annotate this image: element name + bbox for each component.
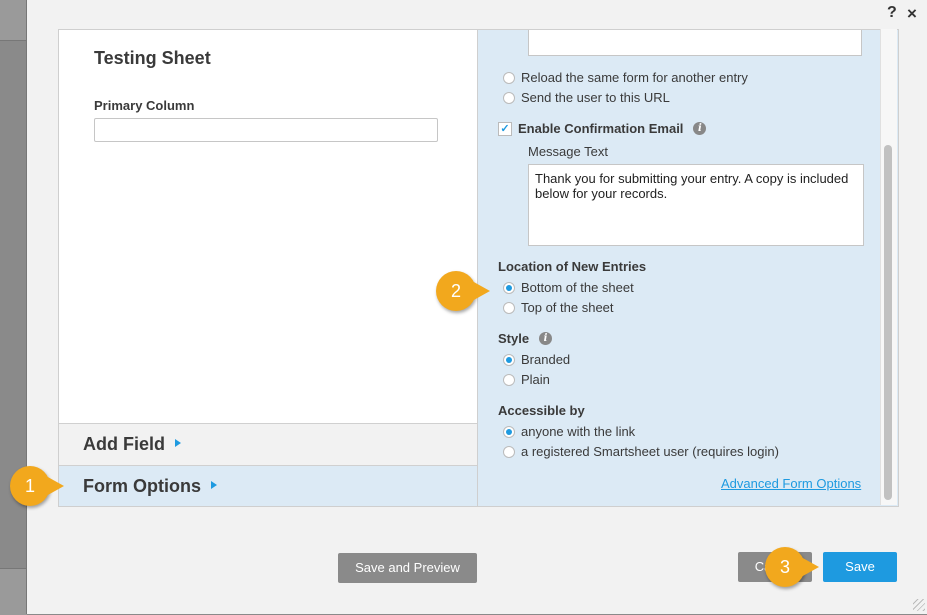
radio-selected-icon[interactable]: [503, 353, 515, 366]
radio-selected-icon[interactable]: [503, 281, 515, 294]
form-preview-panel: Testing Sheet Primary Column Add Field F…: [58, 29, 478, 507]
caret-right-icon: [211, 481, 217, 490]
radio-registered-user[interactable]: a registered Smartsheet user (requires l…: [503, 444, 779, 460]
radio-top-of-sheet[interactable]: Top of the sheet: [503, 300, 614, 316]
radio-label: anyone with the link: [521, 424, 636, 439]
radio-anyone-with-link[interactable]: anyone with the link: [503, 424, 635, 440]
resize-handle-icon[interactable]: [913, 599, 925, 611]
primary-column-input[interactable]: [94, 118, 438, 142]
radio-icon[interactable]: [503, 91, 515, 104]
message-text-area[interactable]: Thank you for submitting your entry. A c…: [528, 164, 864, 246]
scrollbar-thumb[interactable]: [884, 145, 892, 500]
checkbox-label: Enable Confirmation Email: [518, 121, 684, 136]
caret-right-icon: [175, 439, 181, 448]
info-icon[interactable]: i: [693, 122, 707, 136]
radio-label: a registered Smartsheet user (requires l…: [521, 444, 779, 459]
radio-icon[interactable]: [503, 445, 515, 458]
radio-label: Branded: [521, 352, 571, 367]
save-and-preview-button[interactable]: Save and Preview: [338, 553, 477, 583]
info-icon[interactable]: i: [539, 332, 553, 346]
radio-send-to-url[interactable]: Send the user to this URL: [503, 90, 670, 106]
radio-label: Bottom of the sheet: [521, 280, 634, 295]
checkbox-checked-icon[interactable]: ✓: [498, 121, 512, 136]
save-button[interactable]: Save: [823, 552, 897, 582]
step-callout-3: 3: [765, 547, 819, 587]
radio-label: Top of the sheet: [521, 300, 614, 315]
accordion-form-options[interactable]: Form Options: [59, 465, 478, 506]
accordion-add-field[interactable]: Add Field: [59, 423, 478, 466]
radio-label: Send the user to this URL: [521, 90, 670, 105]
radio-label: Reload the same form for another entry: [521, 70, 748, 85]
form-options-panel: Reload the same form for another entry S…: [477, 29, 899, 507]
radio-reload-form[interactable]: Reload the same form for another entry: [503, 70, 748, 86]
step-callout-1: 1: [10, 466, 64, 506]
close-icon[interactable]: ×: [907, 4, 917, 24]
step-callout-2: 2: [436, 271, 490, 311]
radio-plain[interactable]: Plain: [503, 372, 550, 388]
advanced-form-options-link[interactable]: Advanced Form Options: [721, 476, 861, 491]
radio-icon[interactable]: [503, 301, 515, 314]
background-app-strip: [0, 0, 27, 41]
primary-column-label: Primary Column: [94, 98, 195, 113]
enable-confirmation-email-checkbox[interactable]: ✓ Enable Confirmation Email i: [498, 121, 707, 137]
location-section-label: Location of New Entries: [498, 259, 647, 274]
message-text-label: Message Text: [528, 144, 608, 159]
form-builder-dialog: ? × Testing Sheet Primary Column Add Fie…: [26, 0, 927, 614]
sheet-title: Testing Sheet: [94, 48, 211, 68]
radio-bottom-of-sheet[interactable]: Bottom of the sheet: [503, 280, 634, 296]
redirect-url-input[interactable]: [528, 30, 862, 56]
radio-icon[interactable]: [503, 373, 515, 386]
help-icon[interactable]: ?: [887, 4, 897, 22]
radio-icon[interactable]: [503, 71, 515, 84]
radio-selected-icon[interactable]: [503, 425, 515, 438]
radio-label: Plain: [521, 372, 550, 387]
accordion-label: Form Options: [83, 476, 201, 496]
accordion-label: Add Field: [83, 434, 165, 454]
style-label: Style: [498, 331, 530, 346]
background-app-strip: [0, 568, 27, 615]
style-section-label: Style i: [498, 331, 553, 346]
radio-branded[interactable]: Branded: [503, 352, 570, 368]
accessible-by-section-label: Accessible by: [498, 403, 585, 418]
